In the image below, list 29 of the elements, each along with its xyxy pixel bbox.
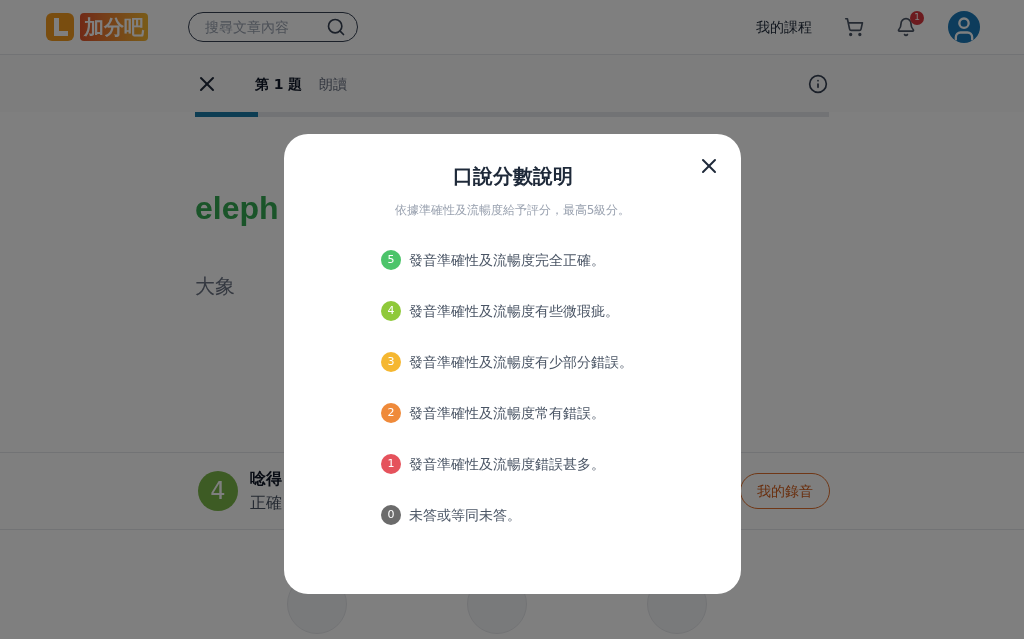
score-badge: 1 <box>381 454 401 474</box>
score-badge: 4 <box>381 301 401 321</box>
score-badge: 5 <box>381 250 401 270</box>
dialog-subtitle: 依據準確性及流暢度給予評分，最高5級分。 <box>394 202 631 218</box>
logo-text: 加分吧 <box>80 13 148 41</box>
score-badge: 2 <box>381 403 401 423</box>
info-icon[interactable] <box>808 73 828 94</box>
meaning-text: 大象 <box>195 273 236 300</box>
score-description: 發音準確性及流暢度常有錯誤。 <box>409 404 605 423</box>
result-subtitle: 正確 <box>250 492 282 514</box>
dialog-title: 口說分數說明 <box>452 163 573 190</box>
score-description: 發音準確性及流暢度有少部分錯誤。 <box>409 353 633 372</box>
word-text: eleph <box>195 192 279 224</box>
cart-icon[interactable] <box>844 17 864 37</box>
score-badge: 3 <box>381 352 401 372</box>
question-tab[interactable]: 第 1 題 <box>255 73 303 94</box>
nav-link[interactable]: 我的課程 <box>756 17 812 37</box>
result-title: 唸得 <box>250 468 282 490</box>
score-description: 未答或等同未答。 <box>409 506 521 525</box>
score-description: 發音準確性及流暢度有些微瑕疵。 <box>409 302 619 321</box>
score-description: 發音準確性及流暢度錯誤甚多。 <box>409 455 605 474</box>
score-description: 發音準確性及流暢度完全正確。 <box>409 251 605 270</box>
logo-icon <box>44 11 76 43</box>
search-icon[interactable] <box>326 17 346 37</box>
bell-icon[interactable] <box>896 17 916 37</box>
notification-badge: 1 <box>910 11 924 25</box>
question-tab[interactable]: 朗讀 <box>318 73 347 94</box>
avatar[interactable] <box>948 11 980 43</box>
score-badge: 0 <box>381 505 401 525</box>
